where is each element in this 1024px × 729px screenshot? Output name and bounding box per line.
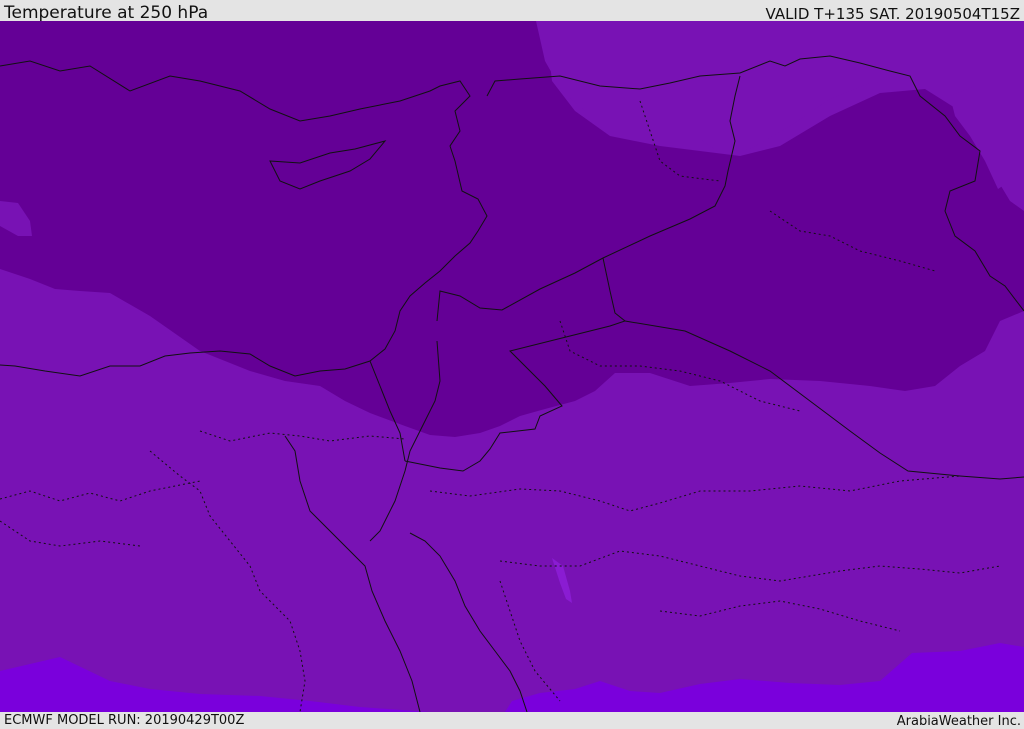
footer-bar: ECMWF MODEL RUN: 20190429T00Z ArabiaWeat…: [0, 712, 1024, 729]
header-bar: Temperature at 250 hPa VALID T+135 SAT. …: [0, 0, 1024, 23]
credit-label: ArabiaWeather Inc.: [896, 714, 1021, 729]
temperature-map: [0, 21, 1024, 712]
map-title: Temperature at 250 hPa: [4, 3, 209, 23]
model-run-label: ECMWF MODEL RUN: 20190429T00Z: [4, 713, 245, 728]
